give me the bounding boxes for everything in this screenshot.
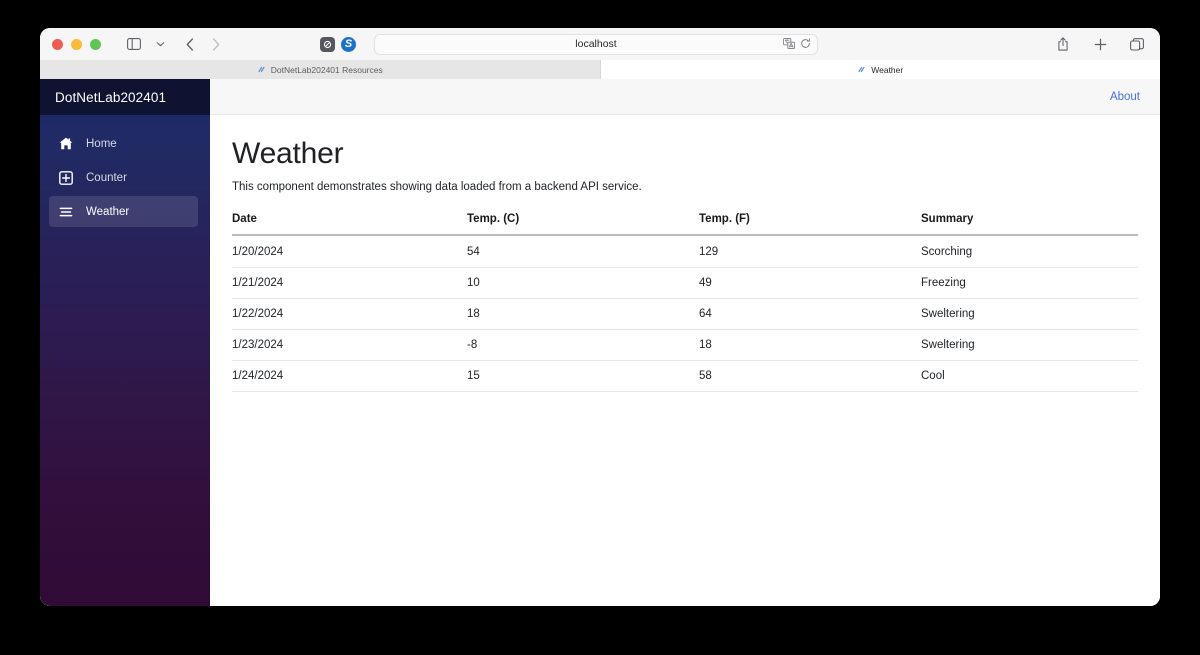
sidebar-icon[interactable] [121,32,147,56]
cell-summary: Sweltering [921,329,1138,361]
about-link[interactable]: About [1110,91,1140,103]
sidebar-item-label: Home [86,137,117,150]
desktop-background: S localhost DotNetLab202401 Resources We… [0,0,1200,655]
blazor-favicon [857,65,866,74]
cell-temp-c: 15 [467,360,699,392]
cell-temp-c: 10 [467,267,699,299]
cell-temp-c: -8 [467,329,699,361]
tab-overview-icon[interactable] [1124,32,1150,56]
table-header-row: Date Temp. (C) Temp. (F) Summary [232,213,1138,236]
page-top-bar: About [210,79,1160,115]
cell-temp-f: 49 [699,267,921,299]
cell-temp-c: 18 [467,298,699,330]
web-page: DotNetLab202401 Home Counter Weather Abo… [40,79,1160,606]
extension-icons: S [320,36,356,52]
cell-temp-f: 64 [699,298,921,330]
toolbar-actions [1050,28,1150,60]
translate-icon[interactable] [783,36,795,54]
list-icon [59,205,73,219]
address-bar-actions [783,35,811,56]
cell-summary: Sweltering [921,298,1138,330]
address-bar-value: localhost [575,38,617,50]
sidebar-item-home[interactable]: Home [49,128,198,159]
tab-title: DotNetLab202401 Resources [270,64,383,75]
cell-date: 1/20/2024 [232,235,467,268]
browser-toolbar: S localhost [40,28,1160,60]
close-window-button[interactable] [52,38,63,50]
sidebar-item-weather[interactable]: Weather [49,196,198,227]
table-row: 1/23/2024 -8 18 Sweltering [232,329,1138,361]
maximize-window-button[interactable] [90,38,101,50]
cell-summary: Cool [921,360,1138,392]
cell-date: 1/21/2024 [232,267,467,299]
column-header-date: Date [232,213,467,236]
cell-temp-f: 129 [699,235,921,268]
cell-summary: Freezing [921,267,1138,299]
browser-window: S localhost DotNetLab202401 Resources We… [40,28,1160,606]
plus-square-icon [59,170,73,185]
chevron-right-icon[interactable] [203,32,229,56]
page-description: This component demonstrates showing data… [232,181,642,193]
home-icon [59,137,73,151]
sidebar-item-label: Weather [86,205,130,218]
table-body: 1/20/2024 54 129 Scorching 1/21/2024 10 … [232,235,1138,392]
cell-summary: Scorching [921,235,1138,268]
table-header: Date Temp. (C) Temp. (F) Summary [232,213,1138,236]
table-row: 1/24/2024 15 58 Cool [232,360,1138,392]
tab-dotnetlab-resources[interactable]: DotNetLab202401 Resources [40,60,601,79]
weather-table: Date Temp. (C) Temp. (F) Summary 1/20/20… [232,213,1138,392]
table-row: 1/20/2024 54 129 Scorching [232,235,1138,268]
chevron-left-icon[interactable] [177,32,203,56]
address-bar[interactable]: localhost [374,33,818,56]
cell-date: 1/22/2024 [232,298,467,330]
sidebar-item-counter[interactable]: Counter [49,162,198,193]
table-row: 1/21/2024 10 49 Freezing [232,267,1138,299]
app-brand[interactable]: DotNetLab202401 [40,79,210,115]
column-header-temp-f: Temp. (F) [699,213,921,236]
toolbar-center: S localhost [320,28,1160,60]
main-content: About Weather This component demonstrate… [210,79,1160,606]
tab-bar: DotNetLab202401 Resources Weather [40,60,1160,79]
reload-icon[interactable] [800,36,811,54]
plus-icon[interactable] [1087,32,1113,56]
share-icon[interactable] [1050,32,1076,56]
cell-temp-c: 54 [467,235,699,268]
sidebar-toggle-group [121,32,173,56]
tab-weather[interactable]: Weather [600,60,1160,79]
table-row: 1/22/2024 18 64 Sweltering [232,298,1138,330]
compass-extension-icon[interactable] [320,36,335,52]
tab-title: Weather [871,64,904,75]
column-header-temp-c: Temp. (C) [467,213,699,236]
blazor-favicon [257,65,266,74]
sidebar-item-label: Counter [86,171,127,184]
chevron-down-icon[interactable] [147,32,173,56]
sidebar-nav: Home Counter Weather [40,115,210,230]
navigation-arrows [177,32,229,56]
app-sidebar: DotNetLab202401 Home Counter Weather [40,79,210,606]
minimize-window-button[interactable] [71,38,82,50]
cell-date: 1/23/2024 [232,329,467,361]
cell-date: 1/24/2024 [232,360,467,392]
page-title: Weather [232,137,344,170]
column-header-summary: Summary [921,213,1138,236]
window-controls [52,38,101,50]
s-extension-icon[interactable]: S [341,36,356,52]
page-body: Weather This component demonstrates show… [210,115,1160,606]
cell-temp-f: 18 [699,329,921,361]
cell-temp-f: 58 [699,360,921,392]
